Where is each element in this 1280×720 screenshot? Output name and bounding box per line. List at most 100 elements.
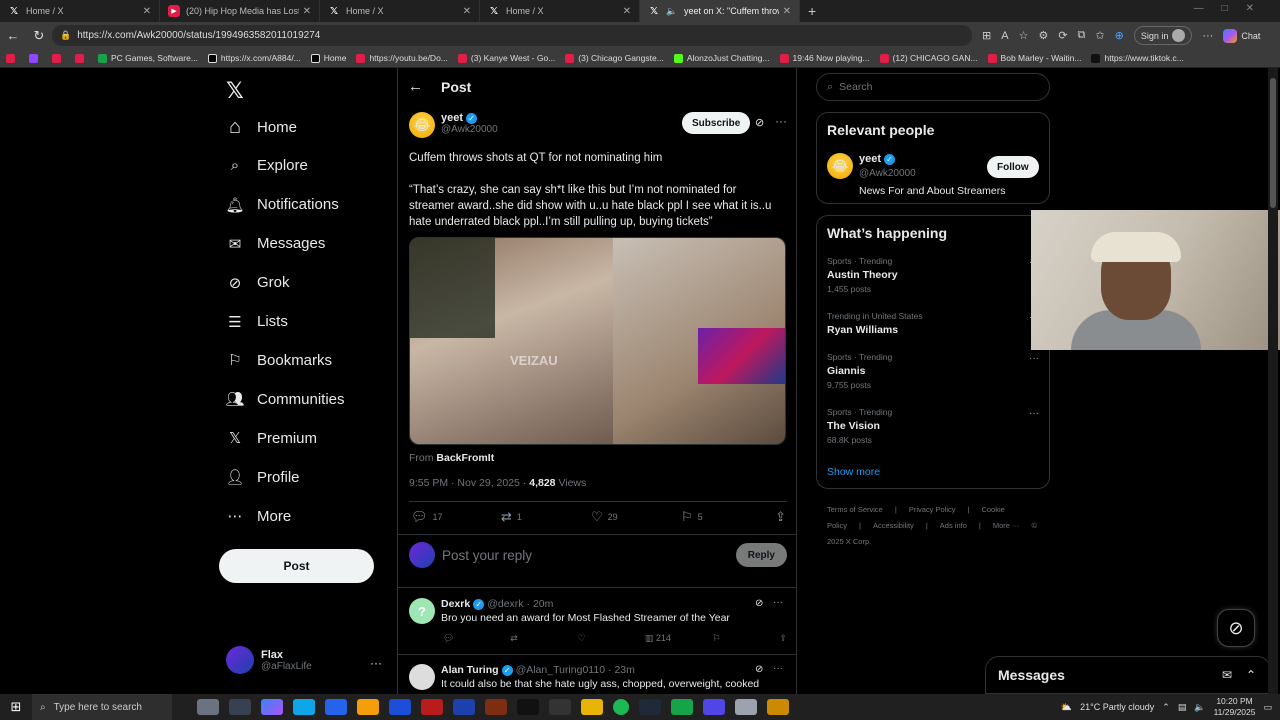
more-options-icon[interactable]: ···: [773, 597, 783, 608]
bookmark-item[interactable]: 19:46 Now playing...: [779, 53, 870, 63]
notification-icon[interactable]: ▭: [1263, 702, 1272, 713]
nav-item-premium[interactable]: 𝕏 Premium: [226, 424, 317, 452]
copilot-chat-button[interactable]: Chat: [1223, 28, 1260, 43]
post-timestamp[interactable]: 9:55 PM · Nov 29, 2025 ·: [409, 477, 526, 489]
app-icon[interactable]: [421, 699, 443, 715]
sign-in-button[interactable]: Sign in: [1133, 26, 1193, 45]
app-icon[interactable]: [517, 699, 539, 715]
bookmark-item[interactable]: [52, 53, 65, 63]
expand-icon[interactable]: ⌃: [1246, 668, 1256, 682]
reply-time[interactable]: · 23m: [608, 664, 635, 676]
tab-home-2[interactable]: 𝕏 Home / X ✕: [320, 0, 480, 22]
views-button[interactable]: ▥ 214: [645, 633, 712, 644]
bookmark-item[interactable]: https://www.tiktok.c...: [1091, 53, 1184, 63]
page-scrollbar[interactable]: [1268, 68, 1278, 694]
reply-icon[interactable]: 💬︎: [443, 633, 510, 644]
reply-button[interactable]: 💬︎ 17: [411, 509, 501, 525]
trend-item[interactable]: Sports · Trending Austin Theory 1,455 post…: [827, 256, 898, 294]
search-input[interactable]: ⌕ Search: [816, 73, 1050, 101]
refresh-icon[interactable]: ↻: [26, 28, 52, 44]
person-name[interactable]: yeet ✓: [859, 153, 896, 165]
x-logo-icon[interactable]: 𝕏: [226, 78, 244, 104]
nav-item-messages[interactable]: ✉ Messages: [226, 230, 326, 258]
more-options-icon[interactable]: ···: [1029, 408, 1039, 419]
back-arrow-icon[interactable]: ←: [408, 78, 423, 95]
bookmark-item[interactable]: Home: [310, 53, 346, 63]
bookmark-item[interactable]: AlonzoJust Chatting...: [673, 53, 770, 63]
more-options-icon[interactable]: ···: [775, 114, 787, 128]
trend-item[interactable]: Sports · Trending Giannis 9,755 posts: [827, 352, 892, 390]
nav-item-notifications[interactable]: 🔔︎ Notifications: [225, 191, 338, 219]
show-more-link[interactable]: Show more: [827, 466, 880, 478]
grok-icon[interactable]: ⊘: [755, 116, 764, 129]
download-icon[interactable]: ⊕: [1115, 29, 1124, 42]
footer-link[interactable]: Privacy Policy: [909, 505, 956, 514]
author-avatar[interactable]: 😂: [409, 112, 435, 138]
nav-item-profile[interactable]: 👤︎ Profile: [225, 463, 299, 491]
bookmark-item[interactable]: (3) Chicago Gangste...: [565, 53, 664, 63]
edge-icon[interactable]: [293, 699, 315, 715]
footer-link[interactable]: Terms of Service: [827, 505, 883, 514]
like-button[interactable]: ♡ 29: [591, 509, 681, 525]
task-view-icon[interactable]: [229, 699, 251, 715]
bookmark-button[interactable]: ⚐ 5: [681, 509, 771, 525]
cortana-icon[interactable]: [197, 699, 219, 715]
bookmark-item[interactable]: (12) CHICAGO GAN...: [879, 53, 978, 63]
new-message-icon[interactable]: ✉: [1222, 668, 1232, 682]
taskbar-search[interactable]: ⌕ Type here to search: [32, 694, 172, 720]
lock-icon[interactable]: 🔒: [60, 30, 71, 41]
refresh-page-icon[interactable]: ⟳: [1058, 29, 1067, 42]
app-icon[interactable]: [703, 699, 725, 715]
reply-author-handle[interactable]: @dexrk: [487, 598, 523, 610]
trend-item[interactable]: Sports · Trending The Vision 68.8K posts: [827, 407, 892, 445]
reply-time[interactable]: · 20m: [527, 598, 554, 610]
reply-input[interactable]: Post your reply: [442, 548, 736, 563]
file-explorer-icon[interactable]: [357, 699, 379, 715]
close-icon[interactable]: ✕: [783, 6, 791, 17]
nav-item-communities[interactable]: 👥︎ Communities: [225, 385, 344, 413]
reply-submit-button[interactable]: Reply: [735, 543, 787, 567]
app-icon[interactable]: [549, 699, 571, 715]
account-switcher[interactable]: Flax @aFlaxLife: [226, 646, 312, 674]
author-handle[interactable]: @Awk20000: [441, 124, 498, 135]
repost-button[interactable]: ⇄ 1: [501, 509, 591, 525]
avatar[interactable]: ?: [409, 598, 435, 624]
copilot-icon[interactable]: [261, 699, 283, 715]
subscribe-button[interactable]: Subscribe: [682, 112, 751, 134]
window-controls[interactable]: —□✕: [1194, 3, 1272, 14]
bookmark-item[interactable]: Bob Marley - Waitin...: [987, 53, 1081, 63]
url-field[interactable]: 🔒 https://x.com/Awk20000/status/19949635…: [52, 25, 972, 46]
close-icon[interactable]: ✕: [143, 6, 151, 17]
app-icon[interactable]: [735, 699, 757, 715]
app-icon[interactable]: [767, 699, 789, 715]
share-icon[interactable]: ⇪: [779, 633, 787, 644]
follow-button[interactable]: Follow: [987, 156, 1039, 178]
bookmark-item[interactable]: https://x.com/A884/...: [207, 53, 301, 63]
favorite-star-icon[interactable]: ☆: [1019, 29, 1029, 42]
from-source-link[interactable]: BackFromIt: [436, 452, 494, 464]
bookmark-item[interactable]: [75, 53, 88, 63]
nav-item-more[interactable]: ⋯ More: [226, 502, 292, 530]
grok-icon[interactable]: ⊘: [755, 664, 763, 675]
footer-link[interactable]: Accessibility: [873, 521, 914, 530]
avatar[interactable]: 😂: [827, 153, 853, 179]
steam-icon[interactable]: [639, 699, 661, 715]
tab-home-1[interactable]: 𝕏 Home / X ✕: [0, 0, 160, 22]
footer-link[interactable]: Ads info: [940, 521, 967, 530]
read-aloud-icon[interactable]: A: [1001, 30, 1008, 42]
network-icon[interactable]: ▤: [1178, 702, 1187, 713]
back-arrow-icon[interactable]: ←: [0, 28, 26, 43]
account-more-icon[interactable]: ···: [370, 656, 382, 670]
extension-icon[interactable]: ⚙: [1038, 29, 1048, 42]
bookmark-icon[interactable]: ⚐: [712, 633, 779, 644]
grok-fab-button[interactable]: ⊘: [1217, 609, 1255, 647]
app-icon[interactable]: [453, 699, 475, 715]
more-options-icon[interactable]: ···: [773, 663, 783, 674]
heart-icon[interactable]: ♡: [578, 633, 645, 644]
bookmark-item[interactable]: [6, 53, 19, 63]
speaker-icon[interactable]: 🔈: [666, 5, 678, 17]
reply-author-name[interactable]: Dexrk: [441, 598, 470, 610]
bookmark-item[interactable]: https://youtu.be/Do...: [356, 53, 448, 63]
nav-item-home[interactable]: ⌂ Home: [226, 113, 297, 141]
bookmark-item[interactable]: [29, 53, 42, 63]
